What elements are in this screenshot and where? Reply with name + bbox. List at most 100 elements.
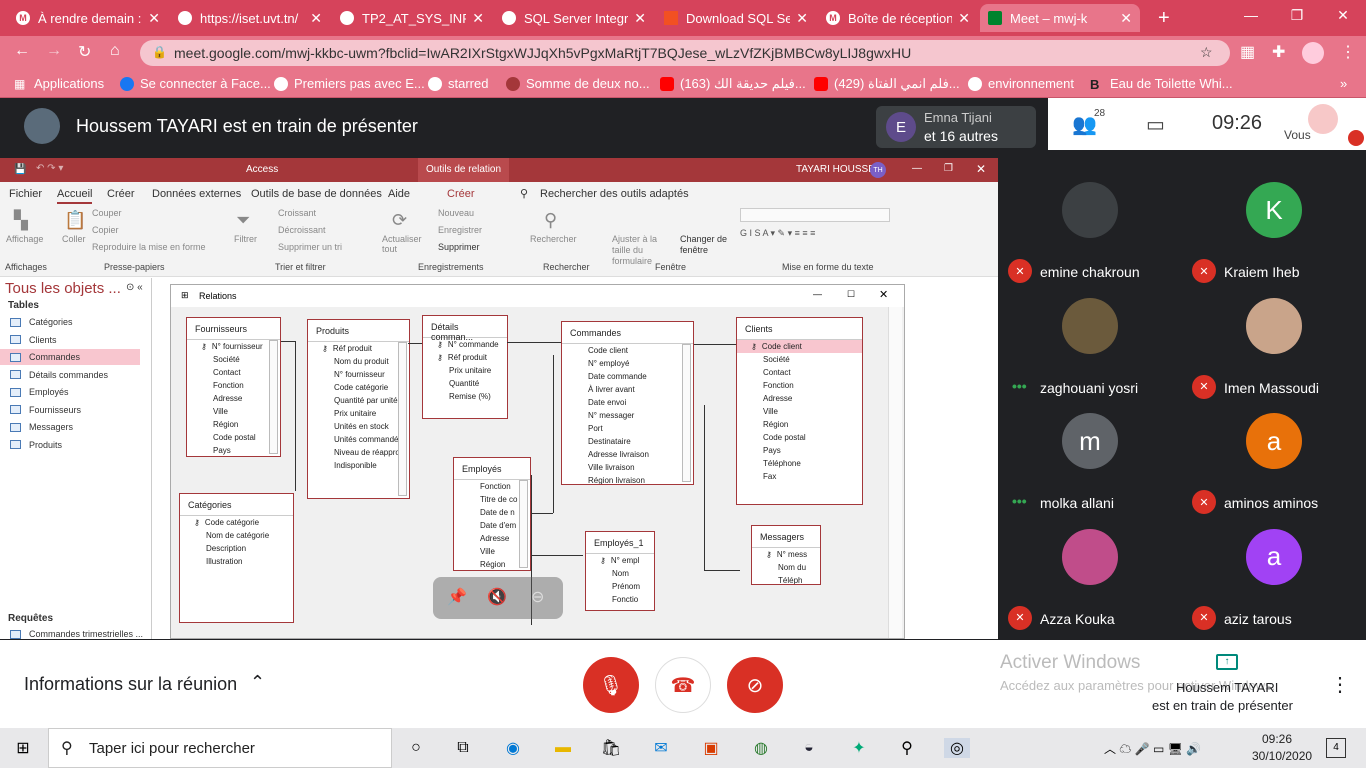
bookmark-7[interactable]: environnement <box>968 76 1074 91</box>
changer-fenetre-button[interactable]: Changer de fenêtre <box>680 234 730 256</box>
table-field[interactable]: Code client <box>737 340 862 353</box>
maximize-icon[interactable]: ❐ <box>944 163 953 174</box>
table-employes1[interactable]: Employés_1N° emplNomPrénomFonctio <box>585 531 655 611</box>
save-icon[interactable]: 💾 <box>14 164 26 175</box>
couper-button[interactable]: Couper <box>92 208 122 218</box>
close-icon[interactable]: ✕ <box>148 10 160 27</box>
table-field[interactable]: N° employé <box>562 357 693 370</box>
maximize-icon[interactable]: ☐ <box>847 289 855 300</box>
nav-table-item[interactable]: Fournisseurs <box>10 402 81 418</box>
copier-button[interactable]: Copier <box>92 225 119 235</box>
table-field[interactable]: Ville <box>187 405 280 418</box>
store-icon[interactable]: 🛍 <box>600 738 622 758</box>
reload-icon[interactable]: ↻ <box>78 42 91 62</box>
app-icon[interactable]: ◒ <box>798 738 820 758</box>
tab-3[interactable]: SQL Server Integra ✕ <box>494 4 654 32</box>
table-clients[interactable]: ClientsCode clientSociétéContactFonction… <box>736 317 863 505</box>
table-categories[interactable]: CatégoriesCode catégorieNom de catégorie… <box>179 493 294 623</box>
table-field[interactable]: Région <box>737 418 862 431</box>
table-scrollbar[interactable] <box>269 340 278 454</box>
maps-icon[interactable]: ◍ <box>750 738 772 758</box>
participant-tile[interactable]: ✕ Imen Massoudi <box>1182 290 1366 405</box>
table-field[interactable]: Date commande <box>562 370 693 383</box>
table-field[interactable]: N° empl <box>586 554 654 567</box>
cortana-icon[interactable]: ○ <box>405 738 427 758</box>
table-scrollbar[interactable] <box>519 480 528 568</box>
table-field[interactable]: N° fournisseur <box>187 340 280 353</box>
table-field[interactable]: Nom du produit <box>308 355 409 368</box>
search-tools[interactable]: Rechercher des outils adaptés <box>540 188 689 200</box>
actualiser-button[interactable]: Actualiser tout <box>382 234 422 254</box>
table-details[interactable]: Détails comman...N° commandeRéf produitP… <box>422 315 508 419</box>
supprimer-tri-button[interactable]: Supprimer un tri <box>278 242 342 252</box>
tab-creer[interactable]: Créer <box>107 188 135 200</box>
nav-table-item[interactable]: Produits <box>10 437 62 453</box>
table-field[interactable]: N° mess <box>752 548 820 561</box>
bookmark-8[interactable]: B Eau de Toilette Whi... <box>1090 76 1233 92</box>
text-format-icons[interactable]: G I S A ▾ ✎ ▾ ≡ ≡ ≡ <box>740 228 815 239</box>
table-field[interactable]: Prénom <box>586 580 654 593</box>
nav-title[interactable]: Tous les objets ... <box>5 280 121 297</box>
bookmark-2[interactable]: Premiers pas avec E... <box>274 76 425 91</box>
enregistrer-button[interactable]: Enregistrer <box>438 225 482 235</box>
others-tile[interactable]: E Emna Tijani et 16 autres <box>876 106 1036 148</box>
tab-1[interactable]: https://iset.uvt.tn/✕ <box>170 4 330 32</box>
table-field[interactable]: Adresse livraison <box>562 448 693 461</box>
profile-avatar[interactable] <box>1302 42 1324 64</box>
forward-icon[interactable]: → <box>46 42 62 60</box>
table-field[interactable]: Nom du <box>752 561 820 574</box>
mute-icon[interactable]: 🔇 <box>487 587 507 607</box>
supprimer-button[interactable]: Supprimer <box>438 242 480 252</box>
tab-4[interactable]: Download SQL Se ✕ <box>656 4 816 32</box>
affichage-button[interactable]: Affichage <box>6 234 43 244</box>
table-field[interactable]: Fonction <box>737 379 862 392</box>
table-field[interactable]: Quantité par unité <box>308 394 409 407</box>
tab-accueil[interactable]: Accueil <box>57 188 93 204</box>
table-scrollbar[interactable] <box>398 342 407 496</box>
close-icon[interactable]: ✕ <box>879 288 888 301</box>
table-field[interactable]: N° messager <box>562 409 693 422</box>
more-options-icon[interactable]: ⋮ <box>1330 672 1350 697</box>
table-field[interactable]: Nom <box>586 567 654 580</box>
nav-table-item[interactable]: Messagers <box>10 419 73 435</box>
reproduire-button[interactable]: Reproduire la mise en forme <box>92 242 206 252</box>
table-field[interactable]: Société <box>737 353 862 366</box>
font-select[interactable] <box>740 208 890 222</box>
table-field[interactable]: Code postal <box>737 431 862 444</box>
table-field[interactable]: À livrer avant <box>562 383 693 396</box>
table-field[interactable]: Prix unitaire <box>423 364 507 377</box>
mail-icon[interactable]: ✉ <box>650 738 672 758</box>
participant-tile[interactable]: a ✕ aziz tarous <box>1182 521 1366 636</box>
minimize-icon[interactable]: — <box>912 163 922 174</box>
chat-icon[interactable]: ▭ <box>1146 112 1165 137</box>
table-field[interactable]: Téléph <box>752 574 820 584</box>
rechercher-button[interactable]: Rechercher <box>530 234 577 244</box>
chevron-up-icon[interactable]: ⌃ <box>250 672 265 693</box>
close-icon[interactable]: ✕ <box>634 10 646 27</box>
close-icon[interactable]: ✕ <box>796 10 808 27</box>
table-field[interactable]: Pays <box>737 444 862 457</box>
new-tab-button[interactable]: + <box>1150 4 1180 32</box>
notification-icon[interactable]: 4 <box>1326 738 1346 758</box>
close-icon[interactable]: ✕ <box>1120 10 1132 27</box>
table-field[interactable]: Contact <box>737 366 862 379</box>
participant-tile[interactable]: ✕ Azza Kouka <box>998 521 1182 636</box>
close-icon[interactable]: ✕ <box>976 162 986 176</box>
nav-table-item[interactable]: Employés <box>10 384 69 400</box>
table-field[interactable]: Unités commandées <box>308 433 409 446</box>
camera-button[interactable]: ⊘ <box>727 657 783 713</box>
participant-tile[interactable]: m ••• molka allani <box>998 405 1182 520</box>
bookmark-0[interactable]: ▦ Applications <box>14 76 104 91</box>
table-field[interactable]: Date envoi <box>562 396 693 409</box>
table-produits[interactable]: ProduitsRéf produitNom du produitN° four… <box>307 319 410 499</box>
table-field[interactable]: Destinataire <box>562 435 693 448</box>
back-icon[interactable]: ← <box>14 42 30 60</box>
table-field[interactable]: Code catégorie <box>308 381 409 394</box>
maximize-icon[interactable]: ❐ <box>1274 0 1320 30</box>
present-icon[interactable]: ↑ <box>1216 654 1238 670</box>
bookmark-6[interactable]: (429) فلم انمي الفتاة... <box>814 76 960 92</box>
search-app-icon[interactable]: ⚲ <box>896 738 918 758</box>
table-field[interactable]: Port <box>562 422 693 435</box>
tab-aide[interactable]: Aide <box>388 188 410 200</box>
extension-icon[interactable]: ▦ <box>1240 42 1255 62</box>
